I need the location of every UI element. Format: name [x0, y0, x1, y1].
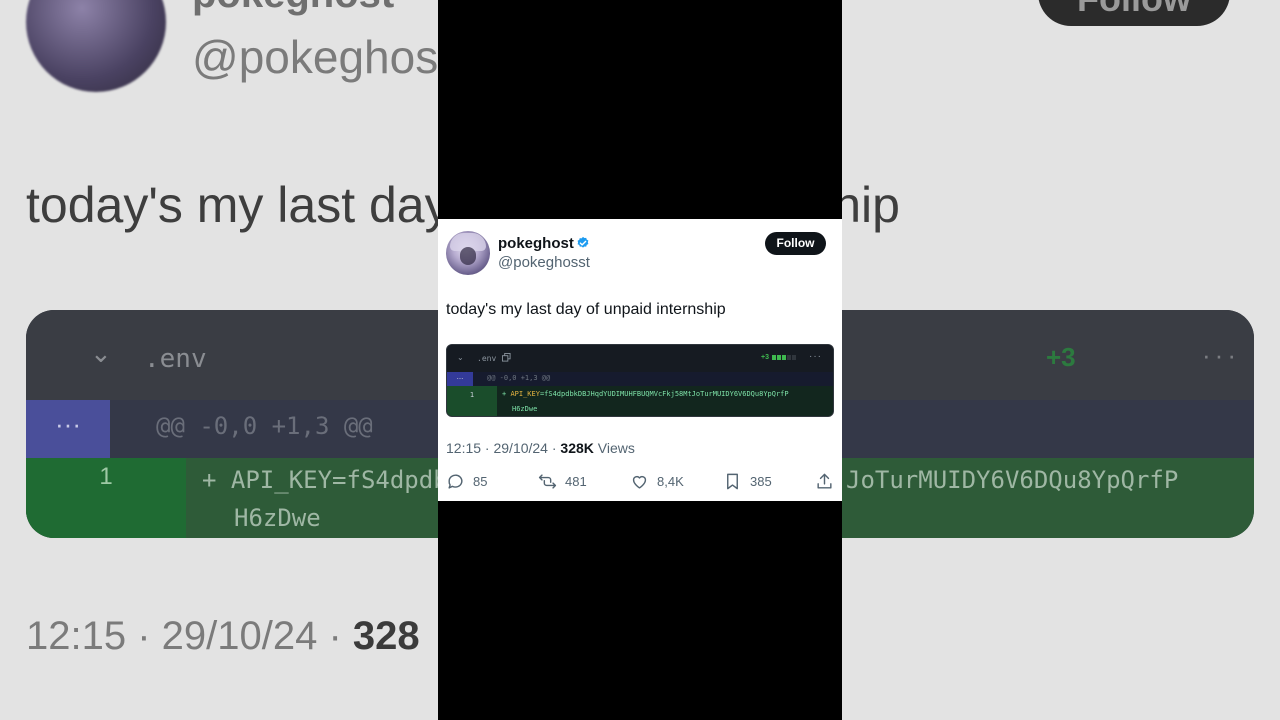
views-count: 328K — [560, 440, 594, 456]
bg-follow-label: Follow — [1077, 0, 1191, 20]
bg-line-cont: H6zDwe — [234, 504, 321, 532]
tweet-timestamp[interactable]: 12:15 · 29/10/24 · — [446, 440, 560, 456]
user-handle[interactable]: @pokeghosst — [498, 254, 590, 271]
env-key: API_KEY — [510, 390, 540, 398]
diffstat-bars — [772, 355, 796, 360]
avatar-face — [460, 247, 476, 265]
follow-button[interactable]: Follow — [765, 232, 826, 255]
bg-meta-time: 12:15 · 29/10/24 · — [26, 614, 353, 658]
reply-count: 85 — [473, 473, 488, 489]
bg-meta: 12:15 · 29/10/24 · 328 — [26, 614, 420, 659]
like-count: 8,4K — [657, 473, 684, 489]
diffstat-bar-empty — [787, 355, 791, 360]
share-button[interactable] — [815, 471, 834, 491]
reply-button[interactable]: 85 — [446, 471, 487, 491]
bg-chevron-down-icon: ⌄ — [90, 338, 112, 368]
hunk-row: ... @@ -0,0 +1,3 @@ — [447, 372, 833, 386]
env-value: =fS4dpdbkDBJHqdYUDIMUHFBUQMVcFkj58MtJoTu… — [539, 390, 789, 398]
bg-more-icon: ··· — [1202, 340, 1240, 370]
reply-icon — [448, 473, 463, 489]
added-line-continuation: H6zDwe — [512, 405, 538, 413]
bg-line-start: + API_KEY=fS4dpdb — [202, 466, 448, 494]
expand-hunk-icon: ... — [447, 372, 473, 386]
bg-display-name: pokeghost — [192, 0, 394, 17]
tweet-meta: 12:15 · 29/10/24 · 328K Views — [446, 440, 635, 456]
views-label: Views — [593, 440, 635, 456]
bookmark-icon — [727, 473, 738, 489]
bg-follow-button: Follow — [1038, 0, 1230, 26]
action-bar: 85 481 8,4K 385 — [438, 471, 842, 491]
bookmark-button[interactable]: 385 — [723, 471, 772, 491]
line-number: 1 — [447, 386, 497, 416]
bg-filename: .env — [144, 344, 207, 374]
more-options-icon: ··· — [809, 351, 822, 362]
hunk-header: @@ -0,0 +1,3 @@ — [487, 374, 551, 382]
repost-icon — [538, 473, 557, 489]
like-button[interactable]: 8,4K — [630, 471, 684, 491]
repost-button[interactable]: 481 — [538, 471, 587, 491]
bg-expand-icon: ··· — [26, 400, 110, 458]
verified-badge-icon — [577, 236, 589, 248]
avatar[interactable] — [446, 231, 490, 275]
share-icon — [817, 473, 832, 489]
code-diff-image[interactable]: ⌄ .env +3 ··· ... @@ -0,0 +1,3 @@ 1 + AP… — [446, 344, 834, 417]
chevron-down-icon: ⌄ — [457, 353, 464, 362]
tweet-card: pokeghost @pokeghosst Follow today's my … — [438, 219, 842, 501]
bg-avatar — [26, 0, 166, 92]
diff-change-summary: +3 — [761, 354, 769, 361]
added-line-text: + API_KEY=fS4dpdbkDBJHqdYUDIMUHFBUQMVcFk… — [502, 390, 789, 398]
heart-icon — [632, 475, 647, 489]
bg-change-summary: +3 — [1046, 342, 1076, 372]
added-line-row: 1 + API_KEY=fS4dpdbkDBJHqdYUDIMUHFBUQMVc… — [447, 386, 833, 416]
bg-meta-views: 328 — [352, 614, 420, 658]
repost-count: 481 — [565, 473, 587, 489]
diffstat-bar-empty — [792, 355, 796, 360]
bg-hunk-header: @@ -0,0 +1,3 @@ — [156, 412, 373, 440]
diffstat-bar-added — [777, 355, 781, 360]
diffstat-bar-added — [772, 355, 776, 360]
bg-line-number: 1 — [26, 458, 186, 538]
diff-filename: .env — [477, 354, 497, 363]
copy-icon — [502, 353, 511, 362]
bookmark-count: 385 — [750, 473, 772, 489]
code-header: ⌄ .env +3 ··· — [447, 345, 833, 373]
display-name[interactable]: pokeghost — [498, 235, 574, 252]
diffstat-bar-added — [782, 355, 786, 360]
tweet-text: today's my last day of unpaid internship — [446, 301, 726, 318]
bg-line-end: JoTurMUIDY6V6DQu8YpQrfP — [846, 466, 1179, 494]
bg-handle: @pokeghost — [192, 31, 451, 83]
